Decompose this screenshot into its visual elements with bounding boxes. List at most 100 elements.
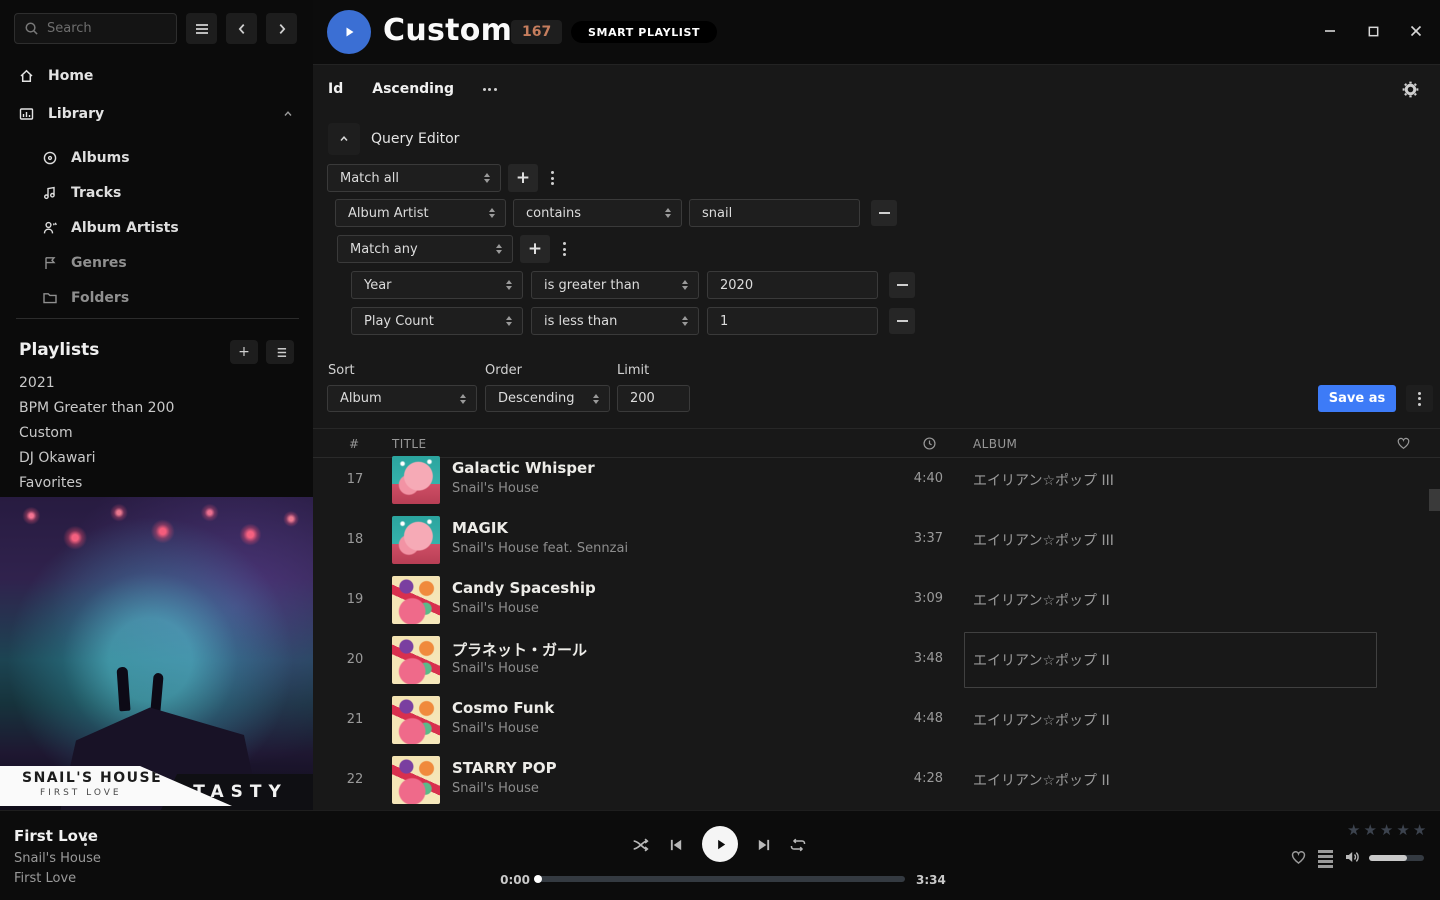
- next-track-button[interactable]: [756, 838, 771, 852]
- duration-column-clock-icon[interactable]: [922, 436, 937, 451]
- rule1-value-input[interactable]: [690, 200, 859, 226]
- remove-rule2-button[interactable]: [889, 272, 915, 298]
- select-chevrons-icon: [506, 280, 512, 290]
- track-row[interactable]: 18 MAGIK Snail's House feat. Sennzai 3:3…: [313, 510, 1440, 570]
- star-icon[interactable]: ★: [1396, 821, 1409, 839]
- maximize-button[interactable]: [1365, 23, 1381, 39]
- library-collapse-icon[interactable]: [281, 108, 295, 120]
- save-menu-button[interactable]: [1406, 385, 1433, 412]
- favorite-column-heart-icon[interactable]: [1396, 436, 1411, 450]
- select-chevrons-icon: [484, 173, 490, 183]
- repeat-button[interactable]: [789, 837, 807, 853]
- column-title[interactable]: TITLE: [392, 437, 426, 451]
- playlist-item[interactable]: 2021: [19, 370, 174, 395]
- rule2-operator-select[interactable]: is greater than: [531, 271, 699, 299]
- add-rule-button-group1[interactable]: +: [508, 164, 538, 192]
- sidebar-item-library[interactable]: Library: [18, 106, 104, 122]
- tracklist-scrollbar-thumb[interactable]: [1429, 489, 1440, 511]
- match-mode-select-group2[interactable]: Match any: [337, 235, 513, 263]
- column-album[interactable]: ALBUM: [973, 437, 1017, 451]
- limit-input[interactable]: [618, 386, 689, 411]
- more-options-icon[interactable]: [483, 88, 497, 91]
- playlist-item[interactable]: DJ Okawari: [19, 445, 174, 470]
- previous-track-button[interactable]: [669, 838, 684, 852]
- sidebar-item-tracks[interactable]: Tracks: [42, 175, 179, 210]
- sidebar-item-genres[interactable]: Genres: [42, 245, 179, 280]
- match-mode-select-group1[interactable]: Match all: [327, 164, 501, 192]
- rule2-value-field-wrap: [707, 271, 878, 299]
- volume-fill: [1369, 855, 1407, 861]
- rule3-value-input[interactable]: [708, 308, 877, 334]
- seek-bar[interactable]: [534, 876, 905, 882]
- group1-menu-icon[interactable]: [551, 171, 554, 185]
- rule3-operator-select[interactable]: is less than: [531, 307, 699, 335]
- star-icon[interactable]: ★: [1363, 821, 1376, 839]
- track-row[interactable]: 19 Candy Spaceship Snail's House 3:09 エイ…: [313, 570, 1440, 630]
- save-as-button[interactable]: Save as: [1318, 385, 1396, 412]
- sidebar-item-album-artists[interactable]: Album Artists: [42, 210, 179, 245]
- remove-rule3-button[interactable]: [889, 308, 915, 334]
- search-box[interactable]: [14, 13, 177, 44]
- rule1-operator-select[interactable]: contains: [513, 199, 682, 227]
- chevron-up-icon: [337, 133, 351, 145]
- music-note-icon: [42, 185, 58, 201]
- playlist-item[interactable]: Custom: [19, 420, 174, 445]
- rule3-field-select[interactable]: Play Count: [351, 307, 523, 335]
- track-row[interactable]: 22 STARRY POP Snail's House 4:28 エイリアン☆ポ…: [313, 750, 1440, 810]
- sidebar-item-folders[interactable]: Folders: [42, 280, 179, 315]
- menu-button[interactable]: [186, 13, 217, 44]
- remove-rule1-button[interactable]: [871, 200, 897, 226]
- track-row[interactable]: 21 Cosmo Funk Snail's House 4:48 エイリアン☆ポ…: [313, 690, 1440, 750]
- search-input[interactable]: [47, 21, 167, 36]
- play-pause-button[interactable]: [702, 826, 738, 862]
- now-playing-menu-icon[interactable]: [84, 832, 87, 846]
- track-row[interactable]: 20 プラネット・ガール Snail's House 3:48 エイリアン☆ポッ…: [313, 630, 1440, 690]
- minimize-button[interactable]: [1322, 23, 1338, 39]
- playlist-item[interactable]: Favorites: [19, 470, 174, 495]
- sidebar-divider: [16, 318, 299, 319]
- select-value: is less than: [544, 314, 617, 329]
- playlist-item[interactable]: BPM Greater than 200: [19, 395, 174, 420]
- star-icon[interactable]: ★: [1347, 821, 1360, 839]
- rule2-value-input[interactable]: [708, 272, 877, 298]
- track-row[interactable]: 17 Galactic Whisper Snail's House 4:40 エ…: [313, 450, 1440, 510]
- track-duration: 3:48: [886, 651, 943, 666]
- order-select[interactable]: Descending: [485, 385, 610, 412]
- rating-stars[interactable]: ★★★★★: [1347, 821, 1426, 839]
- seek-handle[interactable]: [534, 875, 542, 883]
- queue-icon[interactable]: [1318, 850, 1333, 868]
- add-playlist-button[interactable]: +: [230, 340, 258, 364]
- rule1-field-select[interactable]: Album Artist: [335, 199, 506, 227]
- group2-menu-icon[interactable]: [563, 242, 566, 256]
- playlist-play-button[interactable]: [327, 10, 371, 54]
- chevron-left-icon: [235, 22, 249, 36]
- nav-forward-button[interactable]: [266, 13, 297, 44]
- volume-icon[interactable]: [1344, 849, 1362, 865]
- plus-icon: +: [238, 344, 250, 360]
- sidebar-item-home[interactable]: Home: [18, 68, 93, 84]
- add-rule-button-group2[interactable]: +: [520, 235, 550, 263]
- playlist-list-button[interactable]: [266, 340, 294, 364]
- favorite-heart-icon[interactable]: [1290, 849, 1307, 865]
- now-playing-artwork: TASTY SNAIL'S HOUSE FIRST LOVE: [0, 497, 313, 810]
- sort-select[interactable]: Album: [327, 385, 477, 412]
- column-number[interactable]: #: [349, 437, 359, 451]
- sidebar-item-albums[interactable]: Albums: [42, 140, 179, 175]
- track-count-badge: 167: [511, 20, 562, 44]
- shuffle-button[interactable]: [632, 836, 650, 854]
- track-artist: Snail's House feat. Sennzai: [452, 541, 628, 556]
- track-album: エイリアン☆ポップ III: [973, 530, 1114, 550]
- star-icon[interactable]: ★: [1413, 821, 1426, 839]
- sort-direction-button[interactable]: Ascending: [372, 81, 454, 97]
- query-editor-collapse-button[interactable]: [328, 123, 360, 155]
- rule2-field-select[interactable]: Year: [351, 271, 523, 299]
- track-duration: 4:40: [886, 471, 943, 486]
- close-button[interactable]: [1408, 23, 1424, 39]
- gear-icon[interactable]: [1402, 81, 1419, 98]
- sort-field-button[interactable]: Id: [328, 81, 343, 97]
- sort-label: Sort: [328, 363, 355, 378]
- volume-slider[interactable]: [1369, 855, 1424, 861]
- star-icon[interactable]: ★: [1380, 821, 1393, 839]
- select-chevrons-icon: [506, 316, 512, 326]
- nav-back-button[interactable]: [226, 13, 257, 44]
